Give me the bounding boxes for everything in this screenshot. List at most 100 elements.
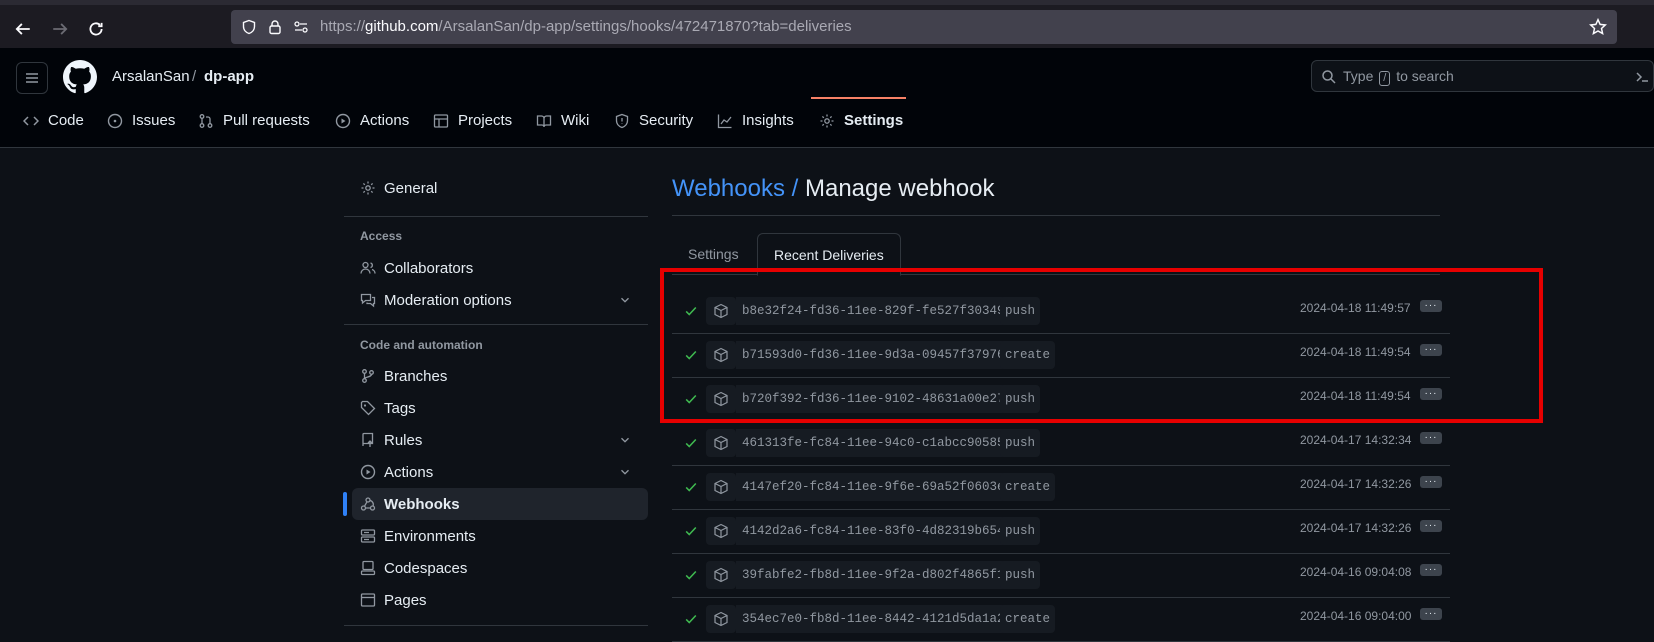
sidebar-item-actions[interactable]: Actions (352, 456, 648, 488)
branch-icon (362, 369, 374, 383)
graph-icon (717, 114, 732, 129)
sidebar-item-rules[interactable]: Rules (352, 424, 648, 456)
delivery-row[interactable]: 39fabfe2-fb8d-11ee-9f2a-d802f4865f1c push… (672, 554, 1450, 598)
page-title: Webhooks / Manage webhook (672, 175, 994, 203)
address-bar[interactable]: https://github.com/ArsalanSan/dp-app/set… (231, 10, 1617, 44)
delivery-guid[interactable]: 354ec7e0-fb8d-11ee-8442-4121d5da1a27 (736, 605, 1017, 633)
table-icon (433, 114, 449, 128)
sidebar-item-moderation[interactable]: Moderation options (352, 284, 648, 316)
sidebar-item-codespaces[interactable]: Codespaces (352, 552, 648, 584)
delivery-event-badge: push (1000, 517, 1041, 545)
delivery-timestamp: 2024-04-16 09:04:08 (1300, 565, 1412, 579)
search-input[interactable]: Type / to search (1311, 60, 1654, 92)
more-options-button[interactable]: ··· (1420, 476, 1442, 488)
people-icon (360, 261, 376, 274)
tab-label: Code (48, 112, 84, 129)
webhook-icon (360, 497, 376, 511)
menu-button[interactable] (16, 62, 48, 94)
server-icon (360, 529, 376, 543)
codespaces-icon (360, 560, 376, 576)
browser-toolbar: https://github.com/ArsalanSan/dp-app/set… (0, 0, 1654, 48)
repo-owner-link[interactable]: ArsalanSan (112, 68, 190, 85)
active-tab-underline (811, 97, 906, 99)
tab-actions[interactable]: Actions (335, 112, 409, 148)
sidebar-item-branches[interactable]: Branches (352, 360, 648, 392)
tab-insights[interactable]: Insights (717, 112, 794, 148)
tab-settings[interactable]: Settings (819, 112, 903, 148)
check-icon (685, 570, 697, 580)
url-text: https://github.com/ArsalanSan/dp-app/set… (320, 18, 852, 35)
more-options-button[interactable]: ··· (1420, 564, 1442, 576)
play-icon (360, 464, 376, 480)
github-logo-icon[interactable] (63, 60, 97, 94)
sidebar-item-general[interactable]: General (352, 172, 648, 204)
book-icon (536, 115, 552, 128)
delivery-event-badge: create (1000, 605, 1056, 633)
tab-label: Projects (458, 112, 513, 129)
sidebar-item-label: Tags (384, 399, 416, 417)
tab-security[interactable]: Security (614, 112, 693, 148)
tab-pull-requests[interactable]: Pull requests (198, 112, 310, 148)
pull-request-icon (199, 114, 213, 128)
delivery-timestamp: 2024-04-17 14:32:34 (1300, 433, 1412, 447)
sidebar-item-label: Collaborators (384, 259, 474, 277)
delivery-row[interactable]: 4142d2a6-fc84-11ee-83f0-4d82319b6541 push… (672, 510, 1450, 554)
package-icon (706, 517, 736, 545)
tab-code[interactable]: Code (23, 112, 84, 148)
bookmark-star-icon[interactable] (1589, 18, 1607, 36)
chevron-down-icon (621, 437, 629, 443)
search-icon (1322, 70, 1336, 84)
shield-icon[interactable] (240, 18, 258, 36)
repo-name-link[interactable]: dp-app (204, 68, 254, 85)
lock-icon[interactable] (266, 18, 284, 36)
sidebar-item-webhooks[interactable]: Webhooks (352, 488, 648, 520)
delivery-timestamp: 2024-04-16 09:04:00 (1300, 609, 1412, 623)
command-palette-icon (1636, 72, 1648, 82)
sidebar-heading-code-automation: Code and automation (360, 338, 483, 352)
sidebar-divider (344, 216, 648, 217)
gear-icon (361, 181, 375, 195)
sidebar-divider (344, 625, 648, 626)
delivery-event-badge: push (1000, 429, 1041, 457)
more-options-button[interactable]: ··· (1420, 520, 1442, 532)
check-icon (685, 614, 697, 624)
delivery-guid[interactable]: 461313fe-fc84-11ee-94c0-c1abcc905853 (736, 429, 1017, 457)
sidebar-item-environments[interactable]: Environments (352, 520, 648, 552)
sidebar-item-tags[interactable]: Tags (352, 392, 648, 424)
tab-wiki[interactable]: Wiki (536, 112, 589, 148)
chevron-down-icon (621, 469, 629, 475)
issue-icon (107, 113, 123, 129)
sidebar-item-label: Rules (384, 431, 423, 449)
more-options-button[interactable]: ··· (1420, 608, 1442, 620)
delivery-row[interactable]: 354ec7e0-fb8d-11ee-8442-4121d5da1a27 crea… (672, 598, 1450, 642)
hamburger-icon (26, 73, 38, 83)
delivery-guid[interactable]: 4147ef20-fc84-11ee-9f6e-69a52f0603e6 (736, 473, 1017, 501)
tab-label: Wiki (561, 112, 590, 129)
forward-icon[interactable] (46, 15, 74, 43)
shield-icon (615, 113, 629, 129)
delivery-timestamp: 2024-04-17 14:32:26 (1300, 477, 1412, 491)
sidebar-item-pages[interactable]: Pages (352, 584, 648, 616)
sidebar-item-collaborators[interactable]: Collaborators (352, 252, 648, 284)
breadcrumb-separator: / (192, 68, 197, 85)
delivery-row[interactable]: 461313fe-fc84-11ee-94c0-c1abcc905853 push… (672, 422, 1450, 466)
more-options-button[interactable]: ··· (1420, 432, 1442, 444)
delivery-guid[interactable]: 4142d2a6-fc84-11ee-83f0-4d82319b6541 (736, 517, 1017, 545)
reload-icon[interactable] (82, 15, 110, 43)
delivery-guid[interactable]: 39fabfe2-fb8d-11ee-9f2a-d802f4865f1c (736, 561, 1017, 589)
tab-label: Actions (360, 112, 410, 129)
tab-issues[interactable]: Issues (107, 112, 175, 148)
search-placeholder: Type / to search (1343, 68, 1454, 86)
permissions-icon[interactable] (292, 18, 310, 36)
webhooks-link[interactable]: Webhooks (672, 175, 785, 202)
back-icon[interactable] (9, 15, 37, 43)
title-separator: / (791, 175, 799, 202)
page-title-text: Manage webhook (804, 175, 995, 202)
tab-label: Issues (132, 112, 176, 129)
tag-icon (360, 400, 376, 416)
delivery-row[interactable]: 4147ef20-fc84-11ee-9f6e-69a52f0603e6 crea… (672, 466, 1450, 510)
sidebar-item-label: Webhooks (384, 495, 460, 513)
tab-label: Pull requests (223, 112, 310, 129)
sidebar-item-label: Pages (384, 591, 427, 609)
tab-projects[interactable]: Projects (433, 112, 512, 148)
